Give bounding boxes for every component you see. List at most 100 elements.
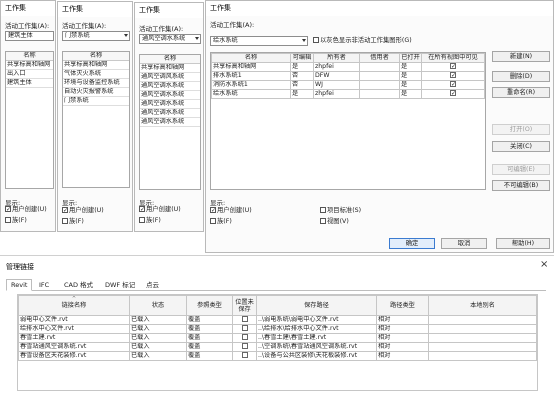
- tab-ifc[interactable]: IFC: [39, 280, 49, 290]
- position-cell[interactable]: [232, 315, 257, 325]
- table-row[interactable]: 弱电中心文件.rvt 已载入 覆盖 ..\弱电系统\弱电中心文件.rvt 相对: [18, 315, 537, 325]
- table-row[interactable]: 消防水系统1 否 WJ 是 ✓: [211, 80, 485, 90]
- column-header-link-name[interactable]: ^ 链接名称: [18, 295, 130, 316]
- workset-row[interactable]: 通风空调水系统: [140, 82, 200, 91]
- ok-button[interactable]: 确定: [389, 238, 435, 249]
- reference-type-cell[interactable]: 覆盖: [186, 333, 233, 343]
- views-checkbox[interactable]: 视图(V): [320, 218, 349, 226]
- table-row[interactable]: 春雪站通风空调系统.rvt 已载入 覆盖 ..\空调系统\春雪站通风空调系统.r…: [18, 342, 537, 352]
- family-checkbox[interactable]: 族(F): [62, 218, 84, 226]
- reference-type-cell[interactable]: 覆盖: [186, 342, 233, 352]
- table-row[interactable]: 给排水中心文件.rvt 已载入 覆盖 ..\给排水\给排水中心文件.rvt 相对: [18, 324, 537, 334]
- editable-cell[interactable]: 否: [290, 80, 314, 90]
- workset-row[interactable]: 共享标高和轴网: [140, 64, 200, 73]
- active-workset-select[interactable]: 建筑主体: [5, 31, 54, 41]
- column-header-visible-all-views[interactable]: 在所有视图中可见: [421, 53, 485, 63]
- workset-row[interactable]: 气体灭火系统: [63, 70, 129, 79]
- reference-type-cell[interactable]: 覆盖: [186, 351, 233, 361]
- column-header-name[interactable]: 名称: [140, 55, 200, 64]
- visible-cell[interactable]: ✓: [421, 62, 485, 72]
- family-checkbox[interactable]: 族(F): [210, 218, 232, 226]
- delete-button[interactable]: 删除(D): [492, 71, 550, 82]
- workset-row[interactable]: 通风空调水系统: [140, 100, 200, 109]
- column-header-name[interactable]: 名称: [6, 52, 53, 61]
- new-button[interactable]: 新建(N): [492, 51, 550, 62]
- workset-row[interactable]: 出入口: [6, 70, 53, 79]
- visible-checkbox[interactable]: ✓: [450, 81, 456, 87]
- tab-dwf[interactable]: DWF 标记: [105, 280, 135, 290]
- path-type-cell[interactable]: 相对: [376, 342, 429, 352]
- user-created-checkbox[interactable]: ✓用户创建(U): [62, 207, 104, 215]
- column-header-borrower[interactable]: 借用者: [359, 53, 400, 63]
- tab-cad[interactable]: CAD 格式: [64, 280, 93, 290]
- column-header-opened[interactable]: 已打开: [399, 53, 422, 63]
- column-header-name[interactable]: 名称: [63, 52, 129, 61]
- family-checkbox[interactable]: 族(F): [139, 217, 161, 225]
- user-created-checkbox[interactable]: ✓用户创建(U): [139, 206, 181, 214]
- workset-row[interactable]: 环境与设备监控系统: [63, 79, 129, 88]
- opened-cell[interactable]: 是: [399, 71, 422, 81]
- position-cell[interactable]: [232, 324, 257, 334]
- workset-row[interactable]: 通风空调风系统: [140, 73, 200, 82]
- path-type-cell[interactable]: 相对: [376, 324, 429, 334]
- tab-revit[interactable]: Revit: [6, 279, 33, 291]
- reference-type-cell[interactable]: 覆盖: [186, 324, 233, 334]
- visible-cell[interactable]: ✓: [421, 80, 485, 90]
- position-cell[interactable]: [232, 351, 257, 361]
- workset-row[interactable]: 共享标高和轴网: [63, 61, 129, 70]
- table-row[interactable]: 共享标高和轴网 是 zhpfei 是 ✓: [211, 62, 485, 72]
- path-type-cell[interactable]: 相对: [376, 333, 429, 343]
- family-checkbox[interactable]: 族(F): [5, 217, 27, 225]
- rename-button[interactable]: 重命名(R): [492, 87, 550, 98]
- opened-cell[interactable]: 是: [399, 62, 422, 72]
- table-row[interactable]: 春雪设备区天花装修.rvt 已载入 覆盖 ..\设备与公共区装修\天花板装修.r…: [18, 351, 537, 361]
- editable-cell[interactable]: 是: [290, 89, 314, 99]
- column-header-owner[interactable]: 所有者: [313, 53, 360, 63]
- help-button[interactable]: 帮助(H): [496, 238, 550, 249]
- visible-cell[interactable]: ✓: [421, 71, 485, 81]
- active-workset-select[interactable]: 通风空调水系统: [139, 34, 201, 44]
- workset-row[interactable]: 自动火灾报警系统: [63, 88, 129, 97]
- path-type-cell[interactable]: 相对: [376, 351, 429, 361]
- column-header-path-type[interactable]: 路径类型: [376, 295, 429, 316]
- column-header-saved-path[interactable]: 保存路径: [256, 295, 377, 316]
- position-checkbox[interactable]: [241, 325, 248, 331]
- column-header-position-not-saved[interactable]: 位置未保存: [232, 295, 257, 316]
- not-editable-button[interactable]: 不可编辑(B): [492, 180, 550, 191]
- column-header-name[interactable]: 名称: [211, 53, 291, 63]
- project-standards-checkbox[interactable]: 项目标准(S): [320, 207, 361, 215]
- position-checkbox[interactable]: [241, 334, 248, 340]
- reference-type-cell[interactable]: 覆盖: [186, 315, 233, 325]
- visible-cell[interactable]: ✓: [421, 89, 485, 99]
- editable-cell[interactable]: 是: [290, 62, 314, 72]
- gray-inactive-checkbox[interactable]: 以灰色显示非活动工作集图形(G): [313, 37, 412, 45]
- active-workset-select[interactable]: 门禁系统: [62, 31, 130, 41]
- position-cell[interactable]: [232, 333, 257, 343]
- cancel-button[interactable]: 取消: [441, 238, 487, 249]
- workset-row[interactable]: 门禁系统: [63, 97, 129, 106]
- table-row[interactable]: 春雪土建.rvt 已载入 覆盖 ..\春雪土建\春雪土建.rvt 相对: [18, 333, 537, 343]
- opened-cell[interactable]: 是: [399, 89, 422, 99]
- workset-row[interactable]: 通风空调水系统: [140, 109, 200, 118]
- position-cell[interactable]: [232, 342, 257, 352]
- table-row[interactable]: 排水系统1 否 DFW 是 ✓: [211, 71, 485, 81]
- close-workset-button[interactable]: 关闭(C): [492, 141, 550, 152]
- column-header-editable[interactable]: 可编辑: [290, 53, 314, 63]
- workset-row[interactable]: 共享标高和轴网: [6, 61, 53, 70]
- column-header-local-alias[interactable]: 本地别名: [428, 295, 537, 316]
- path-type-cell[interactable]: 相对: [376, 315, 429, 325]
- editable-button[interactable]: 可编辑(E): [492, 164, 550, 175]
- position-checkbox[interactable]: [241, 316, 248, 322]
- user-created-checkbox[interactable]: ✓用户创建(U): [5, 206, 47, 214]
- open-button[interactable]: 打开(O): [492, 124, 550, 135]
- workset-row[interactable]: 通风空调水系统: [140, 91, 200, 100]
- close-icon[interactable]: ×: [540, 259, 548, 270]
- visible-checkbox[interactable]: ✓: [450, 72, 456, 78]
- column-header-reference-type[interactable]: 参照类型: [186, 295, 233, 316]
- user-created-checkbox[interactable]: ✓用户创建(U): [210, 207, 252, 215]
- visible-checkbox[interactable]: ✓: [450, 63, 456, 69]
- visible-checkbox[interactable]: ✓: [450, 90, 456, 96]
- workset-row[interactable]: 建筑主体: [6, 79, 53, 88]
- position-checkbox[interactable]: [241, 343, 248, 349]
- editable-cell[interactable]: 否: [290, 71, 314, 81]
